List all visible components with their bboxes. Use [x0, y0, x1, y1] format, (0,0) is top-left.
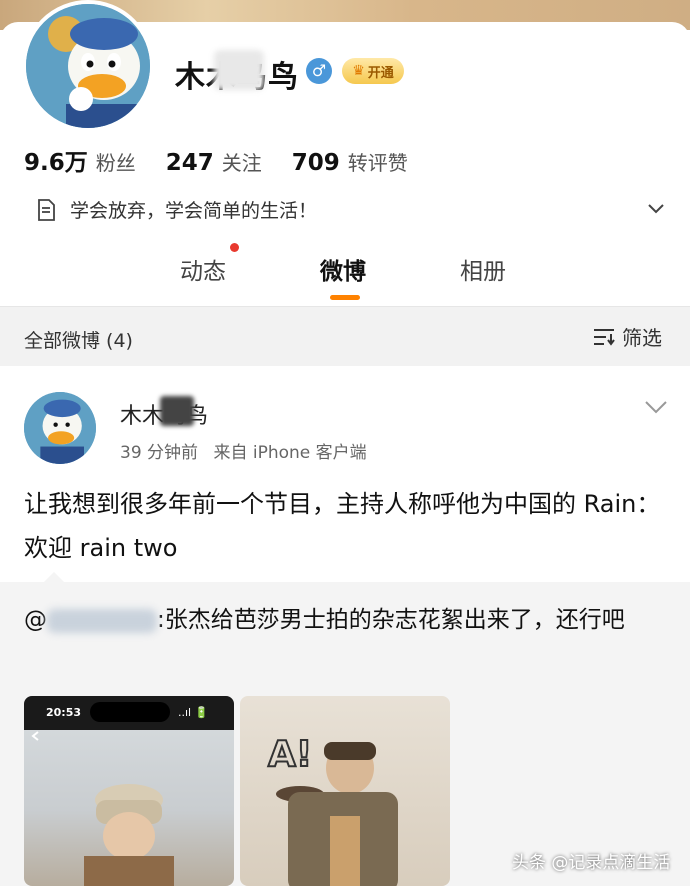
profile-avatar[interactable] — [22, 0, 154, 132]
crown-icon: ♛ — [352, 63, 365, 79]
repost-image-2[interactable]: A! — [240, 696, 450, 886]
post-time: 39 分钟前 — [120, 443, 199, 463]
notification-dot — [230, 243, 239, 252]
vip-label: 开通 — [367, 65, 394, 81]
tab-album[interactable]: 相册 — [460, 252, 506, 286]
stat-following[interactable]: 247 关注 — [166, 147, 262, 176]
filter-icon — [594, 328, 615, 346]
stat-label: 粉丝 — [95, 151, 136, 175]
vip-open-button[interactable]: ♛ 开通 — [342, 58, 404, 84]
mention-prefix: @ — [24, 607, 47, 633]
document-icon — [38, 198, 55, 221]
repost-notch — [42, 572, 66, 584]
gender-male-icon: ♂ — [306, 58, 332, 84]
mention-redaction[interactable] — [47, 608, 157, 633]
stat-followers[interactable]: 9.6万 粉丝 — [24, 143, 136, 177]
filter-label: 筛选 — [622, 326, 662, 350]
stat-interactions[interactable]: 709 转评赞 — [292, 147, 408, 176]
repost-text-block: @ :张杰给芭莎男士拍的杂志花絮出来了，还行吧 — [24, 600, 664, 640]
stat-label: 转评赞 — [347, 151, 408, 175]
author-redaction — [160, 396, 194, 426]
repost-image-1[interactable]: 20:53 ..ıl 🔋 — [24, 696, 234, 886]
watermark: 头条 @记录点滴生活 — [512, 853, 671, 873]
profile-bio[interactable]: 学会放弃，学会简单的生活！ — [36, 196, 317, 223]
post-source: 来自 iPhone 客户端 — [213, 443, 367, 463]
sketch-text: A! — [268, 734, 312, 775]
stat-number: 9.6万 — [24, 150, 88, 176]
profile-stats: 9.6万 粉丝 247 关注 709 转评赞 — [24, 143, 408, 177]
bio-text: 学会放弃，学会简单的生活！ — [70, 200, 318, 222]
tab-weibo[interactable]: 微博 — [320, 252, 366, 286]
repost-text: :张杰给芭莎男士拍的杂志花絮出来了，还行吧 — [157, 607, 625, 633]
stat-number: 247 — [165, 150, 214, 176]
filter-title: 全部微博 (4) — [24, 330, 133, 352]
active-tab-indicator — [330, 295, 360, 300]
chevron-down-icon[interactable] — [646, 198, 666, 218]
filter-button[interactable]: 筛选 — [592, 322, 662, 351]
tab-activity[interactable]: 动态 — [180, 252, 226, 286]
post-meta: 39 分钟前 来自 iPhone 客户端 — [120, 438, 367, 463]
post-text: 让我想到很多年前一个节目，主持人称呼他为中国的 Rain：欢迎 rain two — [24, 490, 661, 562]
chevron-down-icon[interactable] — [644, 398, 668, 416]
name-redaction — [214, 50, 264, 90]
stat-number: 709 — [291, 150, 340, 176]
post-author-avatar[interactable] — [24, 392, 96, 464]
stat-label: 关注 — [221, 151, 262, 175]
